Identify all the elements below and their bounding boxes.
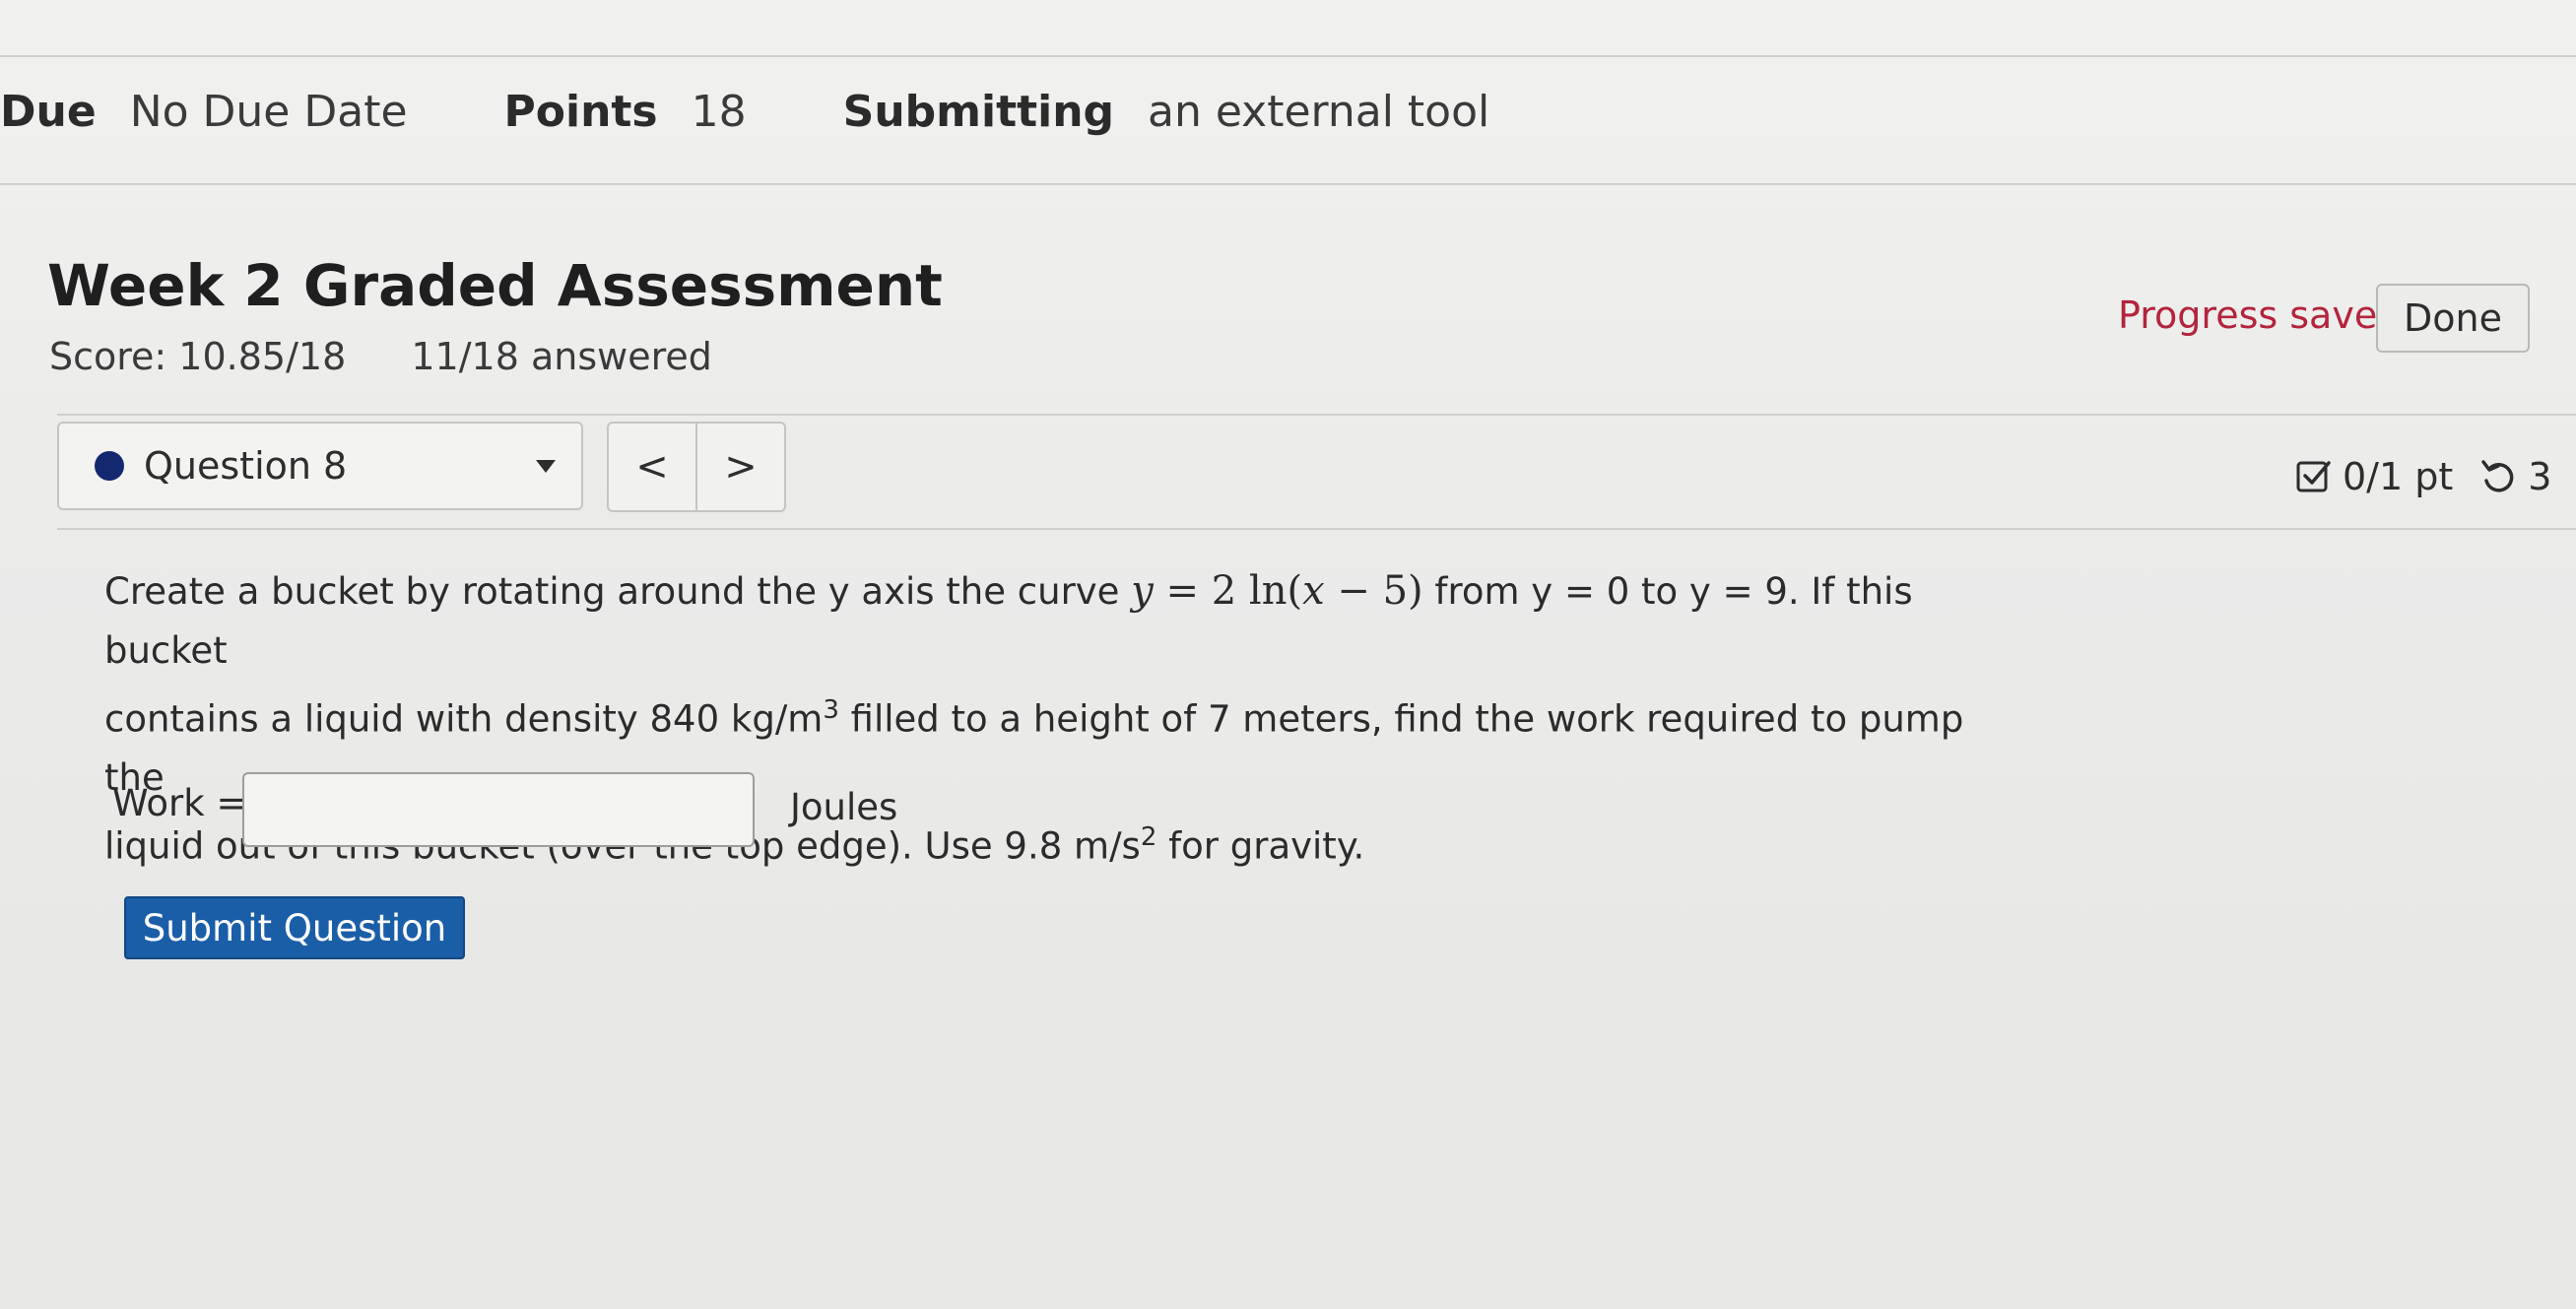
score-row: Score: 10.85/18 11/18 answered [49,335,712,378]
next-question-button[interactable]: > [695,424,784,510]
meta-divider [0,183,2576,185]
done-button[interactable]: Done [2376,284,2530,353]
checkbox-icon [2295,458,2333,495]
score-text: Score: 10.85/18 [49,335,347,378]
progress-status: Progress saved [2118,294,2402,337]
submit-question-button[interactable]: Submit Question [124,896,465,959]
question-selector-label: Question 8 [144,444,348,488]
math-expression: y = 2 ln(x − 5) [1131,568,1423,614]
nav-divider [57,528,2576,530]
assignment-meta: Due No Due Date Points 18 Submitting an … [0,87,1489,137]
retry-icon [2478,457,2518,496]
question-status-dot [95,451,124,481]
header-divider [57,414,2576,416]
previous-question-button[interactable]: < [609,424,695,510]
answered-count: 11/18 answered [411,335,712,378]
question-points: 0/1 pt 3 [2295,455,2551,498]
points-value: 18 [691,87,747,137]
unit-label: Joules [790,786,898,828]
submitting-value: an external tool [1148,87,1490,137]
work-answer-input[interactable] [242,772,755,847]
retry-count: 3 [2528,455,2552,498]
dropdown-caret-icon [536,459,556,473]
due-value: No Due Date [129,87,408,137]
points-label: Points [503,87,658,137]
page-title: Week 2 Graded Assessment [47,252,943,319]
due-label: Due [0,87,97,137]
submitting-label: Submitting [842,87,1115,137]
question-nav-group: < > [607,422,786,512]
top-divider [0,55,2576,57]
points-score: 0/1 pt [2343,455,2454,498]
question-line-1: Create a bucket by rotating around the y… [104,568,1913,672]
question-selector[interactable]: Question 8 [57,422,583,510]
work-label: Work = [112,782,247,824]
